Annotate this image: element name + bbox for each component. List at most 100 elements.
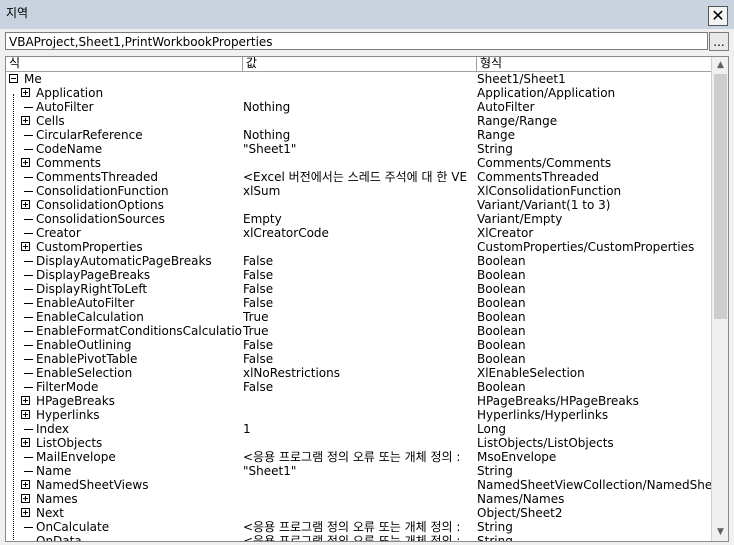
- close-button[interactable]: ✕: [708, 6, 728, 26]
- variable-value[interactable]: [243, 240, 476, 254]
- variable-value[interactable]: Nothing: [243, 128, 476, 142]
- expand-icon[interactable]: [21, 242, 30, 251]
- expand-icon[interactable]: [21, 480, 30, 489]
- variable-value[interactable]: [243, 394, 476, 408]
- variable-value[interactable]: [243, 408, 476, 422]
- variable-type: String: [477, 464, 513, 478]
- table-row[interactable]: Comments Comments/Comments: [6, 156, 711, 170]
- variable-value[interactable]: [243, 436, 476, 450]
- variable-value[interactable]: "Sheet1": [243, 142, 476, 156]
- collapse-icon[interactable]: [9, 74, 18, 83]
- expand-icon[interactable]: [21, 438, 30, 447]
- table-row[interactable]: OnCalculate <응용 프로그램 정의 오류 또는 개체 정의 : Stri…: [6, 520, 711, 534]
- scroll-thumb[interactable]: [714, 74, 727, 319]
- variable-value[interactable]: <응용 프로그램 정의 오류 또는 개체 정의 :: [243, 520, 476, 534]
- variable-value[interactable]: xlSum: [243, 184, 476, 198]
- variable-value[interactable]: xlCreatorCode: [243, 226, 476, 240]
- table-row[interactable]: ConsolidationSources Empty Variant/Empty: [6, 212, 711, 226]
- variable-name: EnableAutoFilter: [36, 296, 135, 310]
- variable-type: String: [477, 534, 513, 542]
- header-expression[interactable]: 식: [6, 57, 243, 71]
- header-type[interactable]: 형식: [477, 57, 711, 71]
- call-stack-button[interactable]: ...: [709, 32, 729, 51]
- variable-value[interactable]: <Excel 버전에서는 스레드 주석에 대 한 VE: [243, 170, 476, 184]
- table-row[interactable]: AutoFilter Nothing AutoFilter: [6, 100, 711, 114]
- table-row[interactable]: EnablePivotTable False Boolean: [6, 352, 711, 366]
- expand-icon[interactable]: [21, 158, 30, 167]
- expand-icon[interactable]: [21, 410, 30, 419]
- variable-type: Boolean: [477, 296, 526, 310]
- table-row[interactable]: ConsolidationFunction xlSum XlConsolidatio…: [6, 184, 711, 198]
- table-row[interactable]: EnableFormatConditionsCalculation True Boo…: [6, 324, 711, 338]
- table-row[interactable]: CommentsThreaded <Excel 버전에서는 스레드 주석에 대 한…: [6, 170, 711, 184]
- variable-value[interactable]: True: [243, 310, 476, 324]
- table-row[interactable]: Name "Sheet1" String: [6, 464, 711, 478]
- variable-value[interactable]: Empty: [243, 212, 476, 226]
- table-row[interactable]: Cells Range/Range: [6, 114, 711, 128]
- table-row[interactable]: CodeName "Sheet1" String: [6, 142, 711, 156]
- variable-name: EnableFormatConditionsCalculation: [36, 324, 242, 338]
- variable-value[interactable]: [243, 72, 476, 86]
- variable-value[interactable]: 1: [243, 422, 476, 436]
- table-row[interactable]: FilterMode False Boolean: [6, 380, 711, 394]
- table-row[interactable]: Hyperlinks Hyperlinks/Hyperlinks: [6, 408, 711, 422]
- table-row[interactable]: CustomProperties CustomProperties/CustomP…: [6, 240, 711, 254]
- variable-value[interactable]: False: [243, 296, 476, 310]
- variable-type: ListObjects/ListObjects: [477, 436, 614, 450]
- expand-icon[interactable]: [21, 88, 30, 97]
- variable-value[interactable]: [243, 86, 476, 100]
- scroll-up-icon[interactable]: ▲: [712, 57, 728, 74]
- table-row[interactable]: NamedSheetViews NamedSheetViewCollection/…: [6, 478, 711, 492]
- variable-value[interactable]: False: [243, 338, 476, 352]
- table-row[interactable]: MailEnvelope <응용 프로그램 정의 오류 또는 개체 정의 : Mso…: [6, 450, 711, 464]
- variable-value[interactable]: False: [243, 268, 476, 282]
- table-row[interactable]: DisplayPageBreaks False Boolean: [6, 268, 711, 282]
- variable-name: Comments: [36, 156, 102, 170]
- table-row[interactable]: EnableSelection xlNoRestrictions XlEnableS…: [6, 366, 711, 380]
- table-row[interactable]: Index 1 Long: [6, 422, 711, 436]
- table-row[interactable]: ListObjects ListObjects/ListObjects: [6, 436, 711, 450]
- variable-value[interactable]: True: [243, 324, 476, 338]
- variable-value[interactable]: [243, 156, 476, 170]
- table-row[interactable]: OnData <응용 프로그램 정의 오류 또는 개체 정의 : String: [6, 534, 711, 542]
- variable-value[interactable]: <응용 프로그램 정의 오류 또는 개체 정의 :: [243, 450, 476, 464]
- expand-icon[interactable]: [21, 508, 30, 517]
- table-row[interactable]: EnableAutoFilter False Boolean: [6, 296, 711, 310]
- variable-value[interactable]: xlNoRestrictions: [243, 366, 476, 380]
- variable-name: DisplayRightToLeft: [36, 282, 148, 296]
- table-row[interactable]: HPageBreaks HPageBreaks/HPageBreaks: [6, 394, 711, 408]
- table-row[interactable]: Me Sheet1/Sheet1: [6, 72, 711, 86]
- header-value[interactable]: 값: [243, 57, 477, 71]
- table-row[interactable]: ConsolidationOptions Variant/Variant(1 to…: [6, 198, 711, 212]
- scroll-down-icon[interactable]: ▼: [712, 524, 728, 541]
- expand-icon[interactable]: [21, 396, 30, 405]
- variable-value[interactable]: False: [243, 352, 476, 366]
- table-row[interactable]: Names Names/Names: [6, 492, 711, 506]
- table-row[interactable]: Next Object/Sheet2: [6, 506, 711, 520]
- vertical-scrollbar[interactable]: ▲ ▼: [711, 57, 728, 541]
- table-row[interactable]: CircularReference Nothing Range: [6, 128, 711, 142]
- variable-value[interactable]: [243, 198, 476, 212]
- expand-icon[interactable]: [21, 494, 30, 503]
- table-row[interactable]: EnableCalculation True Boolean: [6, 310, 711, 324]
- table-row[interactable]: DisplayAutomaticPageBreaks False Boolean: [6, 254, 711, 268]
- context-field[interactable]: VBAProject,Sheet1,PrintWorkbookPropertie…: [5, 32, 708, 50]
- table-row[interactable]: EnableOutlining False Boolean: [6, 338, 711, 352]
- variable-value[interactable]: [243, 478, 476, 492]
- variable-type: Long: [477, 422, 507, 436]
- variable-value[interactable]: False: [243, 380, 476, 394]
- variable-value[interactable]: [243, 492, 476, 506]
- table-row[interactable]: Creator xlCreatorCode XlCreator: [6, 226, 711, 240]
- table-row[interactable]: DisplayRightToLeft False Boolean: [6, 282, 711, 296]
- variable-type: Hyperlinks/Hyperlinks: [477, 408, 609, 422]
- variable-value[interactable]: False: [243, 254, 476, 268]
- expand-icon[interactable]: [21, 200, 30, 209]
- variable-value[interactable]: [243, 114, 476, 128]
- variable-value[interactable]: Nothing: [243, 100, 476, 114]
- table-row[interactable]: Application Application/Application: [6, 86, 711, 100]
- variable-value[interactable]: "Sheet1": [243, 464, 476, 478]
- expand-icon[interactable]: [21, 116, 30, 125]
- variable-value[interactable]: <응용 프로그램 정의 오류 또는 개체 정의 :: [243, 534, 476, 541]
- variable-value[interactable]: False: [243, 282, 476, 296]
- variable-value[interactable]: [243, 506, 476, 520]
